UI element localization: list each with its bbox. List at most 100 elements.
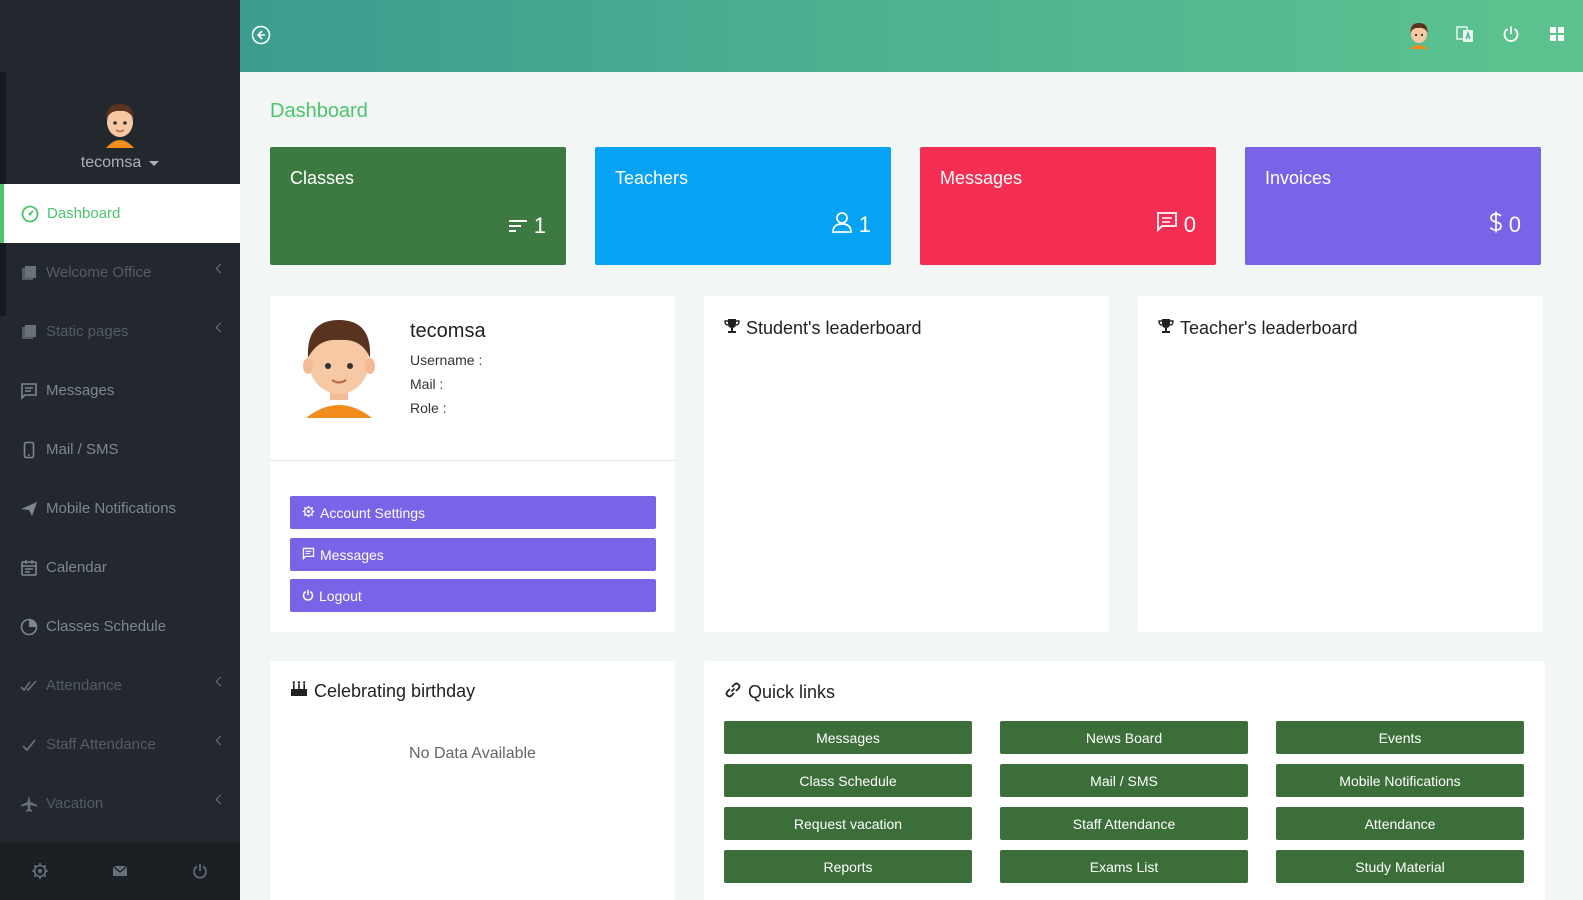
stat-card-teachers[interactable]: Teachers 1 xyxy=(595,147,891,265)
chevron-down-icon xyxy=(149,160,160,166)
stat-card-messages[interactable]: Messages 0 xyxy=(920,147,1216,265)
chevron-left-icon xyxy=(215,322,226,333)
sidebar-item-label: Welcome Office xyxy=(46,264,152,281)
top-bar xyxy=(240,0,1583,72)
quick-link-events[interactable]: Events xyxy=(1276,721,1524,754)
sidebar-item-label: Calendar xyxy=(46,559,107,576)
sidebar-item-label: Attendance xyxy=(46,677,122,694)
card-title-text: Student's leaderboard xyxy=(746,318,922,338)
sidebar-item-mobile-notifications[interactable]: Mobile Notifications xyxy=(0,479,240,538)
message-icon xyxy=(302,547,315,563)
stat-title: Invoices xyxy=(1265,168,1332,188)
stat-title: Teachers xyxy=(615,168,689,188)
sidebar-item-static-pages[interactable]: Static pages xyxy=(0,302,240,361)
sidebar-item-mail-sms[interactable]: Mail / SMS xyxy=(0,420,240,479)
stat-card-classes[interactable]: Classes 1 xyxy=(270,147,566,265)
quick-link-mail-sms[interactable]: Mail / SMS xyxy=(1000,764,1248,797)
gear-icon[interactable] xyxy=(30,861,50,881)
user-menu-toggle[interactable]: tecomsa xyxy=(80,154,160,172)
power-icon[interactable] xyxy=(1499,20,1523,48)
quick-link-request-vacation[interactable]: Request vacation xyxy=(724,807,972,840)
sidebar-item-label: Dashboard xyxy=(47,205,121,222)
power-icon xyxy=(302,588,314,604)
quick-link-messages[interactable]: Messages xyxy=(724,721,972,754)
empty-state-text: No Data Available xyxy=(409,745,536,762)
dashboard-icon xyxy=(19,203,41,225)
grid-icon[interactable] xyxy=(1545,20,1569,48)
teacher-leaderboard-card: Teacher's leaderboard xyxy=(1138,296,1543,632)
sidebar-profile: tecomsa xyxy=(0,96,240,172)
account-settings-button[interactable]: Account Settings xyxy=(290,496,656,529)
quick-link-attendance[interactable]: Attendance xyxy=(1276,807,1524,840)
button-label: Logout xyxy=(319,587,362,604)
birthday-cake-icon xyxy=(290,681,308,702)
quick-link-mobile-notifications[interactable]: Mobile Notifications xyxy=(1276,764,1524,797)
username-label: Username : xyxy=(410,352,483,368)
button-label: Messages xyxy=(320,546,384,563)
calendar-icon xyxy=(18,557,40,579)
trophy-icon xyxy=(1158,318,1174,339)
stat-card-invoices[interactable]: Invoices 0 xyxy=(1245,147,1541,265)
messages-button[interactable]: Messages xyxy=(290,538,656,571)
mail-label: Mail : xyxy=(410,376,444,392)
trophy-icon xyxy=(724,318,740,339)
quick-link-class-schedule[interactable]: Class Schedule xyxy=(724,764,972,797)
message-icon xyxy=(18,380,40,402)
quick-link-exams-list[interactable]: Exams List xyxy=(1000,850,1248,883)
chevron-left-icon xyxy=(215,263,226,274)
profile-card: tecomsa Username : Mail : Role : Account… xyxy=(270,296,675,632)
sidebar-item-label: Staff Attendance xyxy=(46,736,156,753)
check-icon xyxy=(18,734,40,756)
quick-link-study-material[interactable]: Study Material xyxy=(1276,850,1524,883)
quick-links-card: Quick links Messages News Board Events C… xyxy=(704,661,1545,900)
user-name: tecomsa xyxy=(80,154,142,171)
mail-icon[interactable] xyxy=(110,861,130,881)
phone-icon xyxy=(18,439,40,461)
back-circle-icon[interactable] xyxy=(250,24,272,46)
double-check-icon xyxy=(18,675,40,697)
topbar-actions xyxy=(1407,20,1569,49)
sidebar-item-attendance[interactable]: Attendance xyxy=(0,656,240,715)
sidebar-item-messages[interactable]: Messages xyxy=(0,361,240,420)
stat-title: Messages xyxy=(940,168,1023,188)
sidebar-item-classes-schedule[interactable]: Classes Schedule xyxy=(0,597,240,656)
divider xyxy=(270,460,675,461)
quick-link-staff-attendance[interactable]: Staff Attendance xyxy=(1000,807,1248,840)
stat-value: 1 xyxy=(533,213,546,238)
library-icon xyxy=(18,262,40,284)
stat-value-wrap: 1 xyxy=(831,211,871,239)
sidebar-item-staff-attendance[interactable]: Staff Attendance xyxy=(0,715,240,774)
sidebar-item-label: Messages xyxy=(46,382,115,399)
birthday-card: Celebrating birthday No Data Available xyxy=(270,661,675,900)
avatar xyxy=(300,314,378,418)
sidebar: tecomsa Dashboard Welcome Office Static … xyxy=(0,0,240,900)
quick-link-news-board[interactable]: News Board xyxy=(1000,721,1248,754)
sidebar-item-vacation[interactable]: Vacation xyxy=(0,774,240,833)
button-label: Account Settings xyxy=(320,504,426,521)
sidebar-item-calendar[interactable]: Calendar xyxy=(0,538,240,597)
chevron-left-icon xyxy=(215,735,226,746)
quick-link-reports[interactable]: Reports xyxy=(724,850,972,883)
user-outline-icon xyxy=(831,211,853,239)
avatar xyxy=(94,96,146,148)
stat-value: 0 xyxy=(1183,212,1196,237)
stat-title: Classes xyxy=(290,168,355,188)
stat-value-wrap: 1 xyxy=(508,213,546,239)
chevron-left-icon xyxy=(215,794,226,805)
sidebar-item-label: Mobile Notifications xyxy=(46,500,177,517)
stat-value: 1 xyxy=(858,212,871,237)
sidebar-item-label: Static pages xyxy=(46,323,129,340)
sidebar-item-welcome-office[interactable]: Welcome Office xyxy=(0,243,240,302)
card-title-text: Celebrating birthday xyxy=(314,681,476,701)
user-avatar-icon[interactable] xyxy=(1407,20,1431,49)
card-title: Quick links xyxy=(724,681,835,704)
language-icon[interactable] xyxy=(1453,20,1477,48)
stat-value-wrap: 0 xyxy=(1489,211,1521,239)
pie-chart-icon xyxy=(18,616,40,638)
sidebar-item-dashboard[interactable]: Dashboard xyxy=(0,184,240,243)
sidebar-item-label: Classes Schedule xyxy=(46,618,167,635)
page-title: Dashboard xyxy=(270,100,368,122)
logout-button[interactable]: Logout xyxy=(290,579,656,612)
power-icon[interactable] xyxy=(190,861,210,881)
sidebar-item-label: Mail / SMS xyxy=(46,441,119,458)
